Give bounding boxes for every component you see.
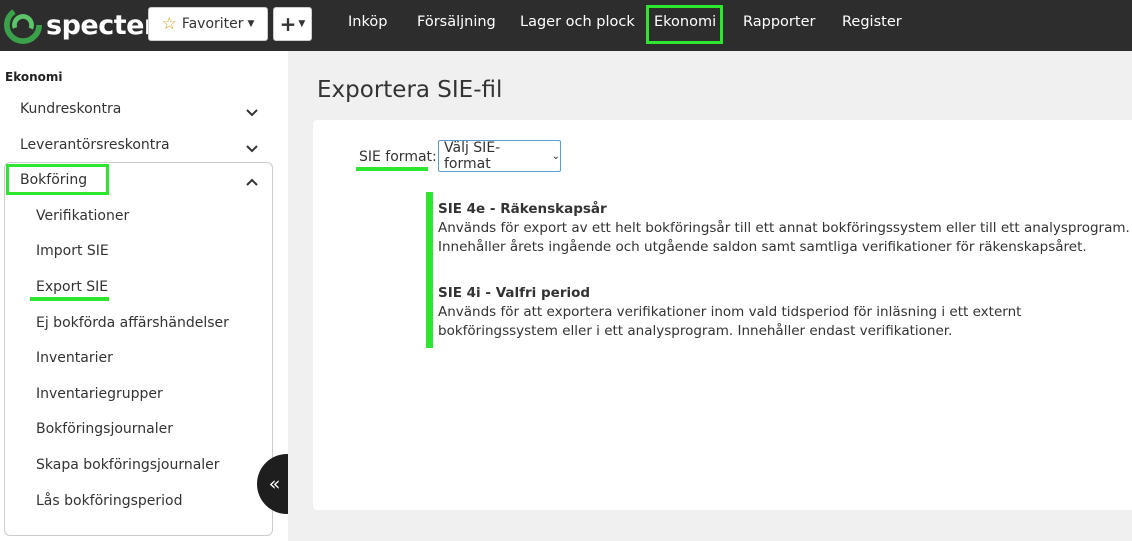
chevron-down-icon[interactable] — [244, 105, 260, 121]
option-sie4i-desc-line-2: bokföringssystem eller i ett analysprogr… — [438, 323, 953, 339]
caret-down-icon: ▼ — [298, 19, 306, 29]
export-sie-highlight — [30, 297, 109, 301]
chevron-down-icon[interactable] — [244, 141, 260, 157]
sidebar-subitem-ej-bokforda[interactable]: Ej bokförda affärshändelser — [36, 315, 229, 331]
sie-format-select[interactable]: Välj SIE-format ⌄ — [438, 140, 561, 172]
sidebar-subitem-skapa-bokforingsjournaler[interactable]: Skapa bokföringsjournaler — [36, 457, 220, 473]
sie-format-label: SIE format: — [359, 149, 437, 165]
star-icon: ☆ — [161, 14, 177, 34]
nav-lager-och-plock[interactable]: Lager och plock — [520, 14, 635, 30]
option-sie4e-title: SIE 4e - Räkenskapsår — [438, 201, 607, 217]
brand-name: specter — [46, 9, 157, 41]
option-sie4i-desc-line-1: Används för att exportera verifikationer… — [438, 304, 1022, 320]
sidebar-item-bokforing[interactable]: Bokföring — [20, 172, 87, 188]
option-sie4e-desc-line-1: Används för export av ett helt bokföring… — [438, 220, 1130, 236]
favorites-label: Favoriter — [181, 16, 244, 32]
nav-register[interactable]: Register — [842, 14, 902, 30]
sidebar-subitem-inventarier[interactable]: Inventarier — [36, 350, 113, 366]
caret-down-icon: ▼ — [247, 19, 255, 29]
option-sie4i-title: SIE 4i - Valfri period — [438, 285, 591, 301]
chevron-up-icon[interactable] — [244, 174, 260, 190]
nav-rapporter[interactable]: Rapporter — [743, 14, 815, 30]
top-navbar: specter ☆ Favoriter ▼ + ▼ Inköp Försäljn… — [0, 0, 1132, 51]
sidebar-title: Ekonomi — [5, 70, 63, 84]
plus-icon: + — [279, 12, 297, 36]
sidebar-subitem-verifikationer[interactable]: Verifikationer — [36, 208, 129, 224]
double-chevron-left-icon: « — [268, 473, 281, 495]
sie-format-select-value: Välj SIE-format — [444, 140, 501, 172]
sidebar-subitem-export-sie[interactable]: Export SIE — [36, 279, 108, 295]
sidebar-subitem-inventariegrupper[interactable]: Inventariegrupper — [36, 386, 163, 402]
favorites-button[interactable]: ☆ Favoriter ▼ — [148, 7, 268, 41]
nav-ekonomi[interactable]: Ekonomi — [654, 14, 716, 30]
nav-forsaljning[interactable]: Försäljning — [417, 14, 496, 30]
specter-logo[interactable]: specter — [4, 4, 157, 46]
sidebar-item-kundreskontra[interactable]: Kundreskontra — [20, 101, 121, 117]
sidebar-subitem-import-sie[interactable]: Import SIE — [36, 243, 109, 259]
specter-logo-icon — [4, 6, 42, 44]
sie-format-highlight — [356, 167, 428, 171]
sidebar-subitem-las-bokforingsperiod[interactable]: Lås bokföringsperiod — [36, 493, 182, 509]
sidebar: Ekonomi Kundreskontra Leverantörsreskont… — [0, 51, 288, 541]
options-highlight-bar — [426, 192, 433, 348]
sidebar-item-leverantorsreskontra[interactable]: Leverantörsreskontra — [20, 137, 170, 153]
page-title: Exportera SIE-fil — [317, 77, 503, 103]
sidebar-subitem-bokforingsjournaler[interactable]: Bokföringsjournaler — [36, 421, 173, 437]
chevron-down-icon: ⌄ — [551, 150, 560, 162]
add-new-button[interactable]: + ▼ — [273, 7, 312, 41]
option-sie4e-desc-line-2: Innehåller årets ingående och utgående s… — [438, 239, 1087, 255]
nav-inkop[interactable]: Inköp — [348, 14, 387, 30]
